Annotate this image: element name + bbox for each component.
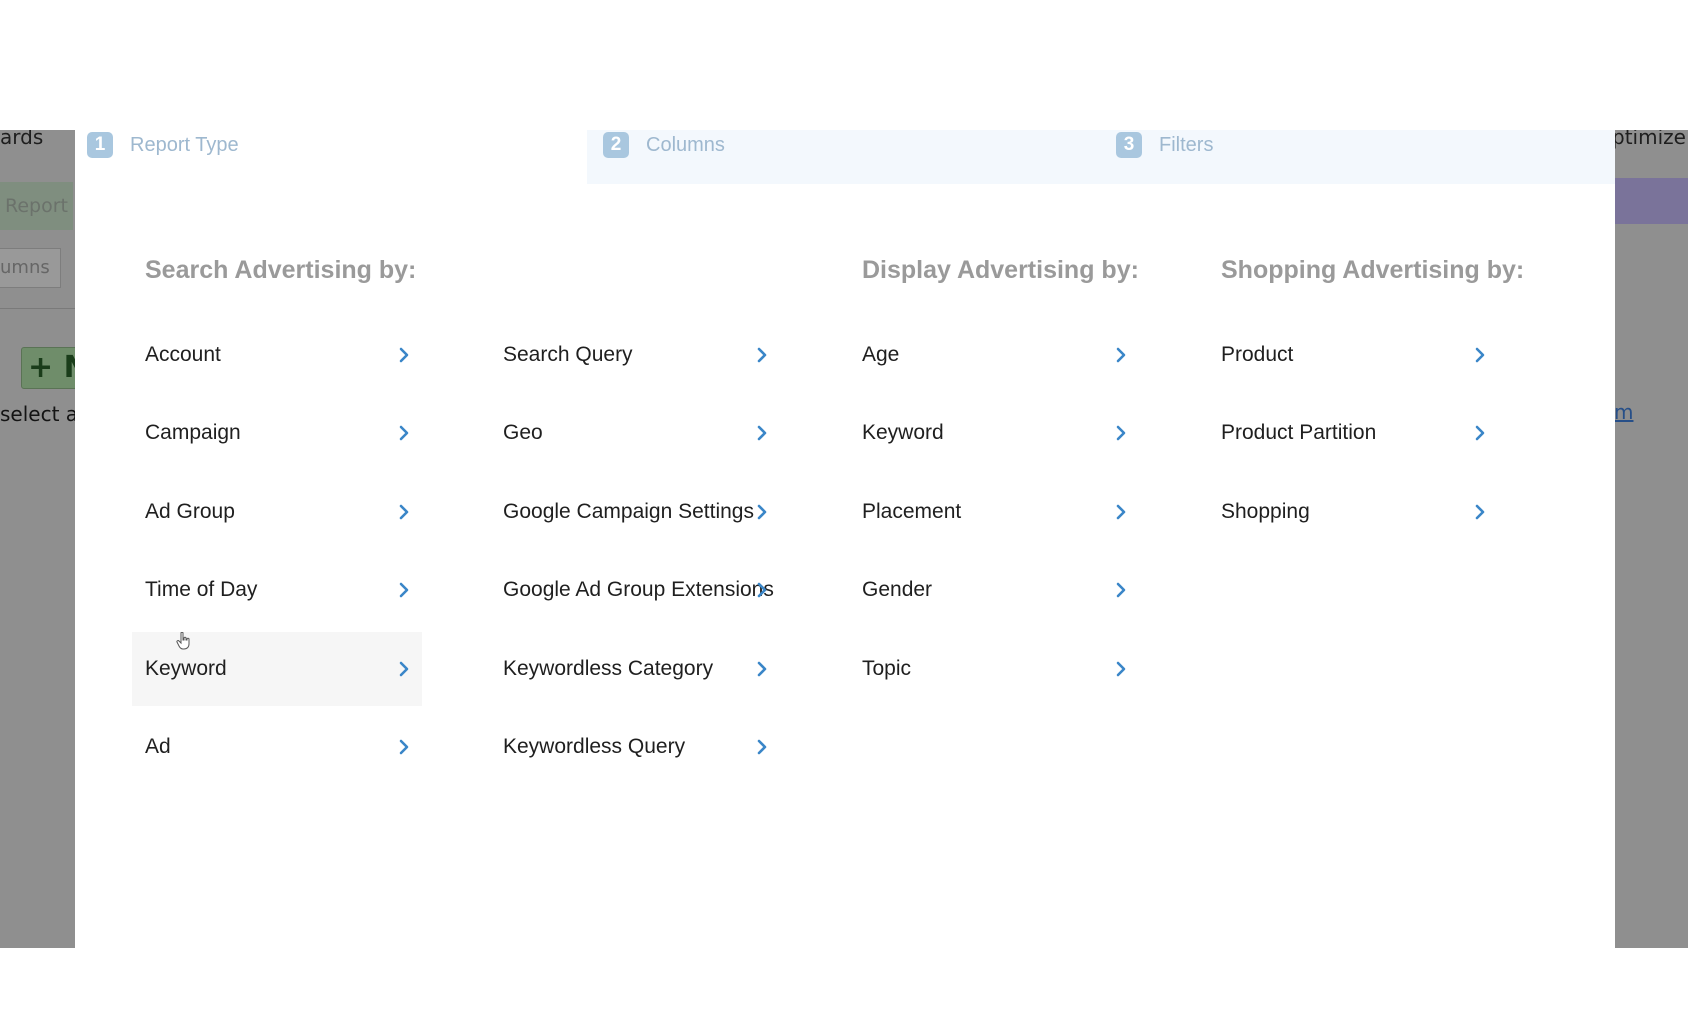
step-number-badge: 2 <box>603 132 629 158</box>
chevron-right-icon <box>1115 396 1129 470</box>
option-label: Product <box>1221 343 1294 366</box>
option-label: Keyword <box>145 657 227 680</box>
step-report-type[interactable]: 1 Report Type <box>87 130 239 160</box>
option-label: Account <box>145 343 221 366</box>
bg-right-bar <box>1614 178 1688 224</box>
step-label: Columns <box>646 133 725 156</box>
chevron-right-icon <box>1474 318 1488 392</box>
option-label: Keywordless Category <box>503 657 714 680</box>
steps-highlight <box>587 130 1615 184</box>
bg-optimize-tab: ptimize <box>1612 130 1686 149</box>
chevron-right-icon <box>398 475 412 549</box>
report-option-account[interactable]: Account <box>132 318 422 392</box>
chevron-right-icon <box>756 553 770 627</box>
chevron-right-icon <box>756 318 770 392</box>
display-option-topic[interactable]: Topic <box>849 632 1139 706</box>
report-option-time-of-day[interactable]: Time of Day <box>132 553 422 627</box>
shopping-option-product[interactable]: Product <box>1208 318 1498 392</box>
step-columns[interactable]: 2 Columns <box>603 130 725 160</box>
chevron-right-icon <box>756 632 770 706</box>
bg-divider <box>0 308 75 309</box>
option-label: Google Ad Group Extensions <box>503 578 774 601</box>
display-option-placement[interactable]: Placement <box>849 475 1139 549</box>
report-option-google-ad-group-extensions[interactable]: Google Ad Group Extensions <box>490 553 780 627</box>
report-option-campaign[interactable]: Campaign <box>132 396 422 470</box>
bg-report-tab: Report <box>0 182 73 230</box>
chevron-right-icon <box>1115 553 1129 627</box>
option-label: Ad Group <box>145 500 235 523</box>
option-label: Time of Day <box>145 578 258 601</box>
report-option-keywordless-category[interactable]: Keywordless Category <box>490 632 780 706</box>
option-label: Product Partition <box>1221 421 1377 444</box>
bg-new-button: + N <box>21 347 81 389</box>
display-option-age[interactable]: Age <box>849 318 1139 392</box>
option-label: Ad <box>145 735 171 758</box>
chevron-right-icon <box>398 318 412 392</box>
option-label: Search Query <box>503 343 633 366</box>
chevron-right-icon <box>398 396 412 470</box>
bg-columns-button: umns <box>0 248 61 288</box>
chevron-right-icon <box>398 553 412 627</box>
wizard-steps: 1 Report Type 2 Columns 3 Filters <box>75 130 1615 184</box>
option-label: Placement <box>862 500 962 523</box>
option-label: Google Campaign Settings <box>503 500 754 523</box>
report-option-google-campaign-settings[interactable]: Google Campaign Settings <box>490 475 780 549</box>
report-option-geo[interactable]: Geo <box>490 396 780 470</box>
option-label: Age <box>862 343 900 366</box>
chevron-right-icon <box>756 710 770 784</box>
option-label: Topic <box>862 657 912 680</box>
display-advertising-heading: Display Advertising by: <box>862 256 1139 284</box>
display-option-keyword[interactable]: Keyword <box>849 396 1139 470</box>
step-filters[interactable]: 3 Filters <box>1116 130 1213 160</box>
report-option-ad-group[interactable]: Ad Group <box>132 475 422 549</box>
chevron-right-icon <box>398 632 412 706</box>
chevron-right-icon <box>1474 396 1488 470</box>
display-option-gender[interactable]: Gender <box>849 553 1139 627</box>
option-label: Shopping <box>1221 500 1310 523</box>
chevron-right-icon <box>1115 475 1129 549</box>
option-label: Keywordless Query <box>503 735 686 758</box>
bg-right-link: m <box>1614 400 1634 424</box>
bg-select-text: select a <box>0 402 75 426</box>
report-option-keywordless-query[interactable]: Keywordless Query <box>490 710 780 784</box>
step-number-badge: 3 <box>1116 132 1142 158</box>
report-option-search-query[interactable]: Search Query <box>490 318 780 392</box>
step-label: Filters <box>1159 133 1214 156</box>
chevron-right-icon <box>1115 632 1129 706</box>
report-option-ad[interactable]: Ad <box>132 710 422 784</box>
chevron-right-icon <box>398 710 412 784</box>
bg-dashboards-tab: ards <box>0 130 44 149</box>
option-label: Keyword <box>862 421 944 444</box>
shopping-advertising-heading: Shopping Advertising by: <box>1221 256 1525 284</box>
shopping-option-shopping[interactable]: Shopping <box>1208 475 1498 549</box>
option-label: Gender <box>862 578 933 601</box>
chevron-right-icon <box>756 396 770 470</box>
step-label: Report Type <box>130 133 239 156</box>
report-wizard-modal: 1 Report Type 2 Columns 3 Filters Search… <box>75 130 1615 948</box>
chevron-right-icon <box>1474 475 1488 549</box>
shopping-option-product-partition[interactable]: Product Partition <box>1208 396 1498 470</box>
step-number-badge: 1 <box>87 132 113 158</box>
option-label: Campaign <box>145 421 241 444</box>
search-advertising-heading: Search Advertising by: <box>145 256 417 284</box>
chevron-right-icon <box>756 475 770 549</box>
hand-pointer-icon <box>176 631 192 650</box>
option-label: Geo <box>503 421 543 444</box>
chevron-right-icon <box>1115 318 1129 392</box>
